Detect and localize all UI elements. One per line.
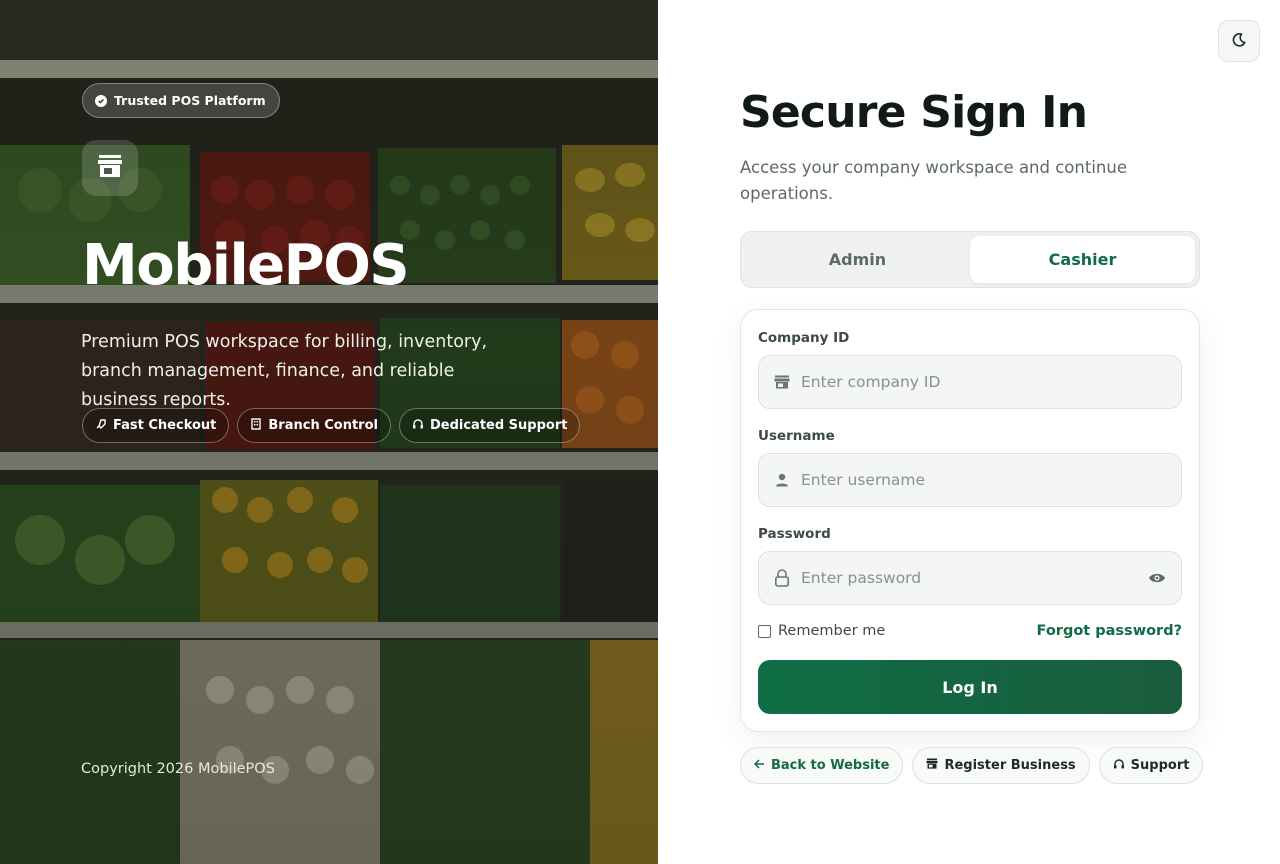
- tab-admin[interactable]: Admin: [745, 236, 970, 283]
- trusted-badge: Trusted POS Platform: [82, 83, 280, 118]
- company-id-field-wrap: [758, 355, 1182, 409]
- store-icon: [97, 154, 123, 182]
- headset-icon: [412, 418, 424, 434]
- feature-chip-fast-checkout: Fast Checkout: [82, 408, 230, 443]
- feature-label: Branch Control: [268, 418, 378, 433]
- tab-cashier[interactable]: Cashier: [970, 236, 1195, 283]
- login-button[interactable]: Log In: [758, 660, 1182, 714]
- feature-chip-dedicated-support: Dedicated Support: [398, 408, 581, 443]
- signin-subtitle: Access your company workspace and contin…: [740, 158, 1127, 203]
- password-field-wrap: [758, 551, 1182, 605]
- password-label: Password: [758, 526, 831, 542]
- theme-toggle-button[interactable]: [1218, 20, 1260, 62]
- register-business-label: Register Business: [944, 758, 1076, 773]
- register-business-link[interactable]: Register Business: [912, 747, 1090, 784]
- user-icon: [773, 471, 791, 489]
- hero-panel: Trusted POS Platform MobilePOS Premium P…: [0, 0, 658, 864]
- company-id-label: Company ID: [758, 330, 850, 346]
- store-icon: [926, 758, 938, 773]
- hero-description: Premium POS workspace for billing, inven…: [81, 332, 488, 410]
- password-input[interactable]: [801, 569, 1147, 587]
- remember-me[interactable]: Remember me: [758, 623, 885, 639]
- feature-chips: Fast Checkout Branch Control Dedicated S…: [82, 408, 581, 443]
- brand-title: MobilePOS: [82, 233, 410, 298]
- forgot-password-link[interactable]: Forgot password?: [1037, 623, 1182, 639]
- back-to-website-link[interactable]: Back to Website: [740, 747, 904, 784]
- building-icon: [250, 417, 262, 434]
- footer-links: Back to Website Register Business Suppor…: [740, 747, 1204, 784]
- username-label: Username: [758, 428, 835, 444]
- moon-icon: [1231, 32, 1247, 51]
- headset-icon: [1113, 758, 1125, 774]
- back-to-website-label: Back to Website: [771, 758, 890, 773]
- store-icon: [773, 373, 791, 391]
- company-id-input[interactable]: [801, 373, 1167, 391]
- arrow-left-icon: [753, 758, 765, 773]
- rocket-icon: [95, 418, 107, 434]
- username-input[interactable]: [801, 471, 1167, 489]
- hero-content: Trusted POS Platform MobilePOS Premium P…: [0, 0, 658, 864]
- store-logo-tile: [82, 140, 138, 196]
- show-password-eye-icon[interactable]: [1147, 568, 1167, 588]
- copyright-text: Copyright 2026 MobilePOS: [81, 761, 275, 777]
- verified-icon: [95, 94, 107, 107]
- signin-title: Secure Sign In: [740, 87, 1088, 138]
- login-form: Company ID Username Password Remember me…: [740, 309, 1200, 732]
- trusted-badge-label: Trusted POS Platform: [114, 93, 266, 108]
- feature-chip-branch-control: Branch Control: [237, 408, 391, 443]
- support-link[interactable]: Support: [1098, 747, 1204, 784]
- role-tabs: Admin Cashier: [740, 231, 1200, 288]
- feature-label: Fast Checkout: [113, 418, 217, 433]
- username-field-wrap: [758, 453, 1182, 507]
- remember-me-checkbox[interactable]: [758, 624, 771, 638]
- remember-me-label: Remember me: [778, 623, 886, 639]
- lock-icon: [773, 569, 791, 587]
- support-label: Support: [1130, 758, 1190, 773]
- feature-label: Dedicated Support: [429, 418, 568, 433]
